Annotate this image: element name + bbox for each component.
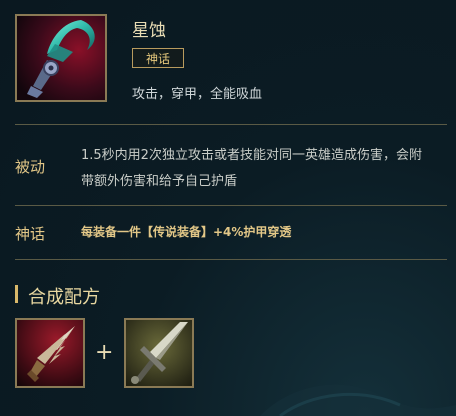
mythic-description: 每装备一件【传说装备】+4%护甲穿透 [81, 225, 292, 239]
divider [15, 205, 447, 206]
recipe-accent-bar [15, 285, 18, 303]
eclipse-scythe-icon [17, 16, 105, 100]
passive-line-2: 带额外伤害和给予自己护盾 [81, 174, 238, 189]
recipe-component-2[interactable] [124, 318, 194, 388]
plus-sign: + [95, 340, 114, 365]
item-name: 星蚀 [132, 21, 166, 41]
recipe-component-1[interactable] [15, 318, 85, 388]
item-icon [15, 14, 107, 102]
background-decoration [260, 384, 456, 416]
serrated-dirk-icon [17, 320, 83, 386]
mythic-badge: 神话 [132, 48, 184, 68]
passive-label: 被动 [15, 158, 46, 176]
item-tooltip: 星蚀 神话 攻击，穿甲，全能吸血 被动 1.5秒内用2次独立攻击或者技能对同一英… [0, 0, 456, 416]
mythic-label: 神话 [15, 225, 46, 243]
passive-line-1: 1.5秒内用2次独立攻击或者技能对同一英雄造成伤害，会附 [81, 148, 422, 163]
passive-description: 1.5秒内用2次独立攻击或者技能对同一英雄造成伤害，会附 带额外伤害和给予自己护… [81, 143, 446, 195]
long-sword-icon [126, 320, 192, 386]
item-tags: 攻击，穿甲，全能吸血 [132, 87, 263, 102]
divider [15, 124, 447, 125]
recipe-title: 合成配方 [28, 287, 100, 308]
divider [15, 259, 447, 260]
